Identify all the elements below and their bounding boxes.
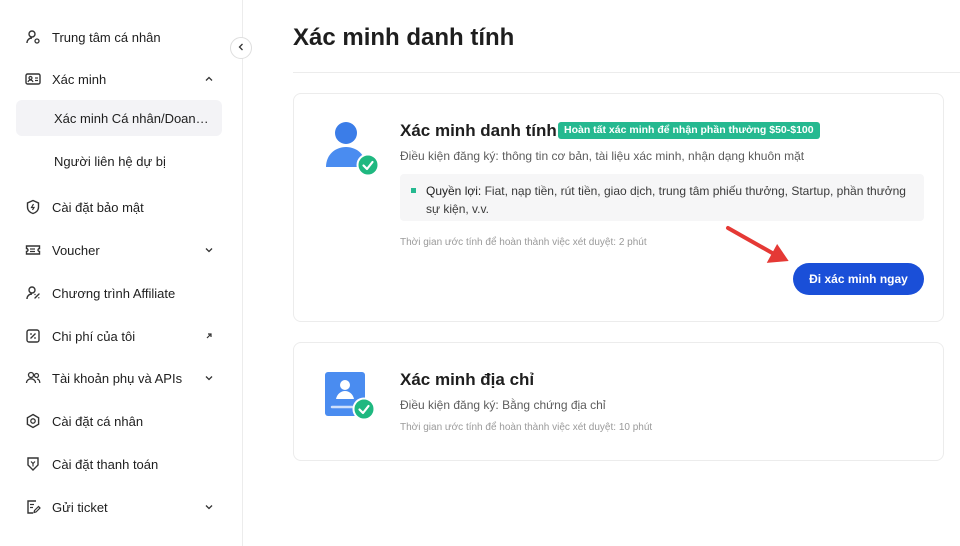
benefits-label: Quyền lợi: <box>426 184 482 198</box>
sidebar-item-label: Chương trình Affiliate <box>52 285 176 301</box>
sidebar-item-personal-center[interactable]: Trung tâm cá nhân <box>16 19 222 55</box>
payment-icon <box>24 455 42 473</box>
external-link-icon <box>202 329 216 343</box>
sidebar-subitem-personal-business[interactable]: Xác minh Cá nhân/Doanh nghiệp <box>16 100 222 136</box>
identity-review-time: Thời gian ước tính để hoàn thành việc xé… <box>400 237 647 248</box>
sidebar-item-affiliate[interactable]: Chương trình Affiliate <box>16 275 222 311</box>
users-icon <box>24 369 42 387</box>
user-icon <box>24 28 42 46</box>
sidebar-item-personal-settings[interactable]: Cài đặt cá nhân <box>16 403 222 439</box>
sidebar-item-label: Tài khoản phụ và APIs <box>52 370 183 386</box>
bullet-icon <box>411 188 416 193</box>
gear-icon <box>24 412 42 430</box>
address-verification-card: Xác minh địa chỉ Điều kiện đăng ký: Bằng… <box>293 342 944 461</box>
sidebar-subitem-backup-contact[interactable]: Người liên hệ dự bị <box>16 143 222 179</box>
chevron-up-icon <box>202 72 216 86</box>
id-card-icon <box>24 70 42 88</box>
address-card-title: Xác minh địa chỉ <box>400 370 535 389</box>
chevron-down-icon <box>202 500 216 514</box>
collapse-sidebar-button[interactable] <box>230 37 252 59</box>
red-arrow-icon <box>726 226 789 263</box>
address-conditions: Điều kiện đăng ký: Bằng chứng địa chỉ <box>400 398 606 412</box>
identity-conditions: Điều kiện đăng ký: thông tin cơ bản, tài… <box>400 149 804 163</box>
conditions-value: thông tin cơ bản, tài liệu xác minh, nhậ… <box>502 149 805 163</box>
reward-badge: Hoàn tất xác minh để nhận phần thưởng $5… <box>558 122 820 139</box>
sidebar-item-security[interactable]: Cài đặt bảo mật <box>16 189 222 225</box>
sidebar-subitem-label: Xác minh Cá nhân/Doanh nghiệp <box>54 110 210 126</box>
percent-icon <box>24 327 42 345</box>
sidebar-item-verification[interactable]: Xác minh <box>16 61 222 97</box>
conditions-value: Bằng chứng địa chỉ <box>502 398 606 412</box>
sidebar-subitem-label: Người liên hệ dự bị <box>54 153 166 169</box>
page-title: Xác minh danh tính <box>293 24 515 51</box>
verify-now-button[interactable]: Đi xác minh ngay <box>793 263 924 295</box>
sidebar-item-label: Gửi ticket <box>52 499 108 515</box>
sidebar-item-voucher[interactable]: Voucher <box>16 232 222 268</box>
shield-icon <box>24 198 42 216</box>
sidebar-item-label: Cài đặt bảo mật <box>52 199 144 215</box>
address-review-time: Thời gian ước tính để hoàn thành việc xé… <box>400 422 653 433</box>
affiliate-user-icon <box>24 284 42 302</box>
sidebar-item-payment-settings[interactable]: Cài đặt thanh toán <box>16 446 222 482</box>
sidebar-item-label: Xác minh <box>52 71 107 87</box>
sidebar-item-label: Voucher <box>52 242 100 258</box>
sidebar-item-label: Chi phí của tôi <box>52 328 136 344</box>
sidebar-item-label: Trung tâm cá nhân <box>52 29 161 45</box>
sidebar-item-submit-ticket[interactable]: Gửi ticket <box>16 489 222 525</box>
benefits-value: Fiat, nạp tiền, rút tiền, giao dịch, tru… <box>426 184 906 216</box>
sidebar-item-my-fees[interactable]: Chi phí của tôi <box>16 318 222 354</box>
chevron-left-icon <box>236 39 246 57</box>
ticket-edit-icon <box>24 498 42 516</box>
sidebar-item-subaccounts-apis[interactable]: Tài khoản phụ và APIs <box>16 360 222 396</box>
conditions-label: Điều kiện đăng ký: <box>400 398 499 412</box>
identity-illustration-icon <box>324 119 380 182</box>
sidebar-item-label: Cài đặt cá nhân <box>52 413 144 429</box>
benefits-box: Quyền lợi: Fiat, nạp tiền, rút tiền, gia… <box>400 174 924 221</box>
conditions-label: Điều kiện đăng ký: <box>400 149 499 163</box>
divider <box>293 72 960 73</box>
address-illustration-icon <box>324 369 380 430</box>
chevron-down-icon <box>202 243 216 257</box>
identity-card-title: Xác minh danh tính <box>400 121 557 140</box>
ticket-icon <box>24 241 42 259</box>
chevron-down-icon <box>202 371 216 385</box>
sidebar-item-label: Cài đặt thanh toán <box>52 456 159 472</box>
sidebar: Trung tâm cá nhân Xác minh Xác minh Cá n… <box>0 0 243 546</box>
